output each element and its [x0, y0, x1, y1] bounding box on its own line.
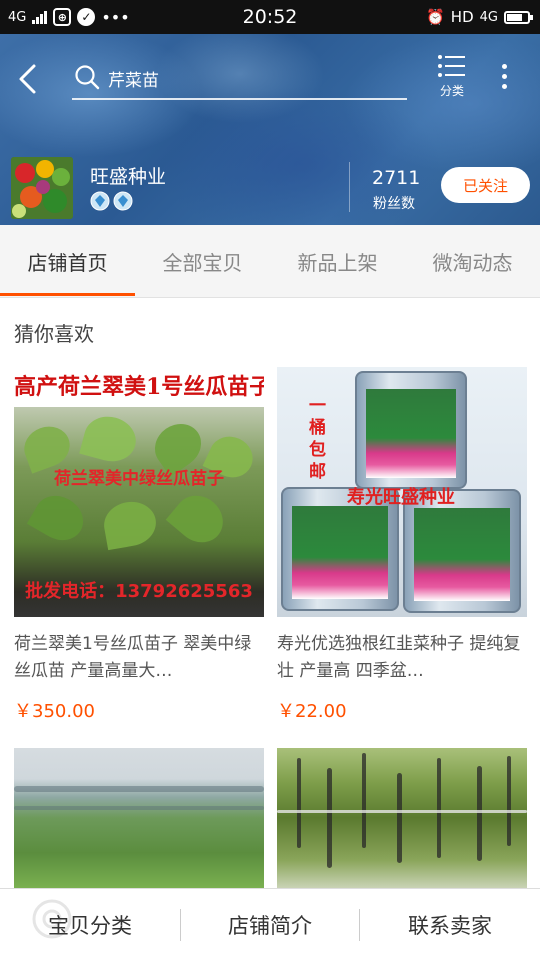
- bottom-bar: 宝贝分类 店铺简介 联系卖家: [0, 888, 540, 960]
- tab-indicator: [0, 293, 135, 296]
- shop-name: 旺盛种业: [90, 166, 167, 188]
- shop-rating: [90, 191, 133, 211]
- search-text[interactable]: 芹菜苗: [108, 66, 159, 91]
- product-price: ￥22.00: [277, 701, 347, 722]
- diamond-icon: [113, 191, 133, 211]
- header-divider: [349, 162, 350, 212]
- product-image[interactable]: [277, 748, 527, 888]
- network-label-right: 4G: [479, 9, 498, 25]
- search-icon: [75, 65, 100, 90]
- tab-weitao[interactable]: 微淘动态: [405, 225, 540, 298]
- diamond-icon: [90, 191, 110, 211]
- product-card[interactable]: 高产荷兰翠美1号丝瓜苗子 荷兰翠美中绿丝瓜苗子 批发电话：13792625563…: [14, 367, 264, 723]
- battery-icon: [504, 10, 533, 24]
- product-card[interactable]: [277, 748, 527, 888]
- product-image[interactable]: [14, 748, 264, 888]
- status-bar: 4G ⊕ ✓ ••• 20:52 ⏰ HD 4G: [0, 0, 540, 34]
- shop-header: 芹菜苗 分类 旺盛种业 2711 粉丝数 已关注: [0, 34, 540, 225]
- list-icon: [438, 55, 465, 77]
- more-icon[interactable]: [496, 64, 512, 94]
- category-label: 分类: [439, 84, 464, 98]
- category-button[interactable]: 分类: [430, 54, 474, 106]
- shop-tabs: 店铺首页 全部宝贝 新品上架 微淘动态: [0, 225, 540, 298]
- shop-intro-button[interactable]: 店铺简介: [181, 889, 359, 960]
- product-title[interactable]: 寿光优选独根红韭菜种子 提纯复壮 产量高 四季盆…: [277, 631, 527, 685]
- status-right: ⏰ HD 4G: [426, 0, 533, 34]
- tab-all-items[interactable]: 全部宝贝: [135, 225, 270, 298]
- follow-button[interactable]: 已关注: [441, 167, 530, 203]
- fans-count: 2711: [372, 167, 421, 189]
- image-subtitle: 荷兰翠美中绿丝瓜苗子: [54, 469, 224, 489]
- recommendations: 猜你喜欢 高产荷兰翠美1号丝瓜苗子 荷兰翠美中绿丝瓜苗子 批发电话：137926…: [0, 298, 540, 888]
- product-title[interactable]: 荷兰翠美1号丝瓜苗子 翠美中绿丝瓜苗 产量高量大…: [14, 631, 264, 685]
- product-image[interactable]: 高产荷兰翠美1号丝瓜苗子 荷兰翠美中绿丝瓜苗子 批发电话：13792625563: [14, 367, 264, 617]
- alarm-icon: ⏰: [426, 8, 445, 26]
- back-icon[interactable]: [14, 62, 42, 96]
- section-title: 猜你喜欢: [14, 322, 94, 346]
- fans-label: 粉丝数: [373, 196, 415, 212]
- contact-seller-button[interactable]: 联系卖家: [360, 889, 540, 960]
- image-brand: 寿光旺盛种业: [347, 487, 455, 508]
- vegetables-image: [11, 157, 73, 219]
- hd-label: HD: [450, 8, 474, 26]
- image-phone: 批发电话：13792625563: [25, 581, 253, 602]
- tab-shop-home[interactable]: 店铺首页: [0, 225, 135, 298]
- shop-avatar[interactable]: [11, 157, 73, 219]
- tab-new-arrivals[interactable]: 新品上架: [270, 225, 405, 298]
- item-category-button[interactable]: 宝贝分类: [0, 889, 180, 960]
- product-image[interactable]: 一桶包邮 寿光旺盛种业: [277, 367, 527, 617]
- image-side-text: 一桶包邮: [309, 396, 326, 482]
- product-card[interactable]: [14, 748, 264, 888]
- image-title: 高产荷兰翠美1号丝瓜苗子: [14, 374, 264, 400]
- product-price: ￥350.00: [14, 701, 95, 722]
- search-bar[interactable]: 芹菜苗: [72, 58, 407, 100]
- product-card[interactable]: 一桶包邮 寿光旺盛种业 寿光优选独根红韭菜种子 提纯复壮 产量高 四季盆… ￥2…: [277, 367, 527, 723]
